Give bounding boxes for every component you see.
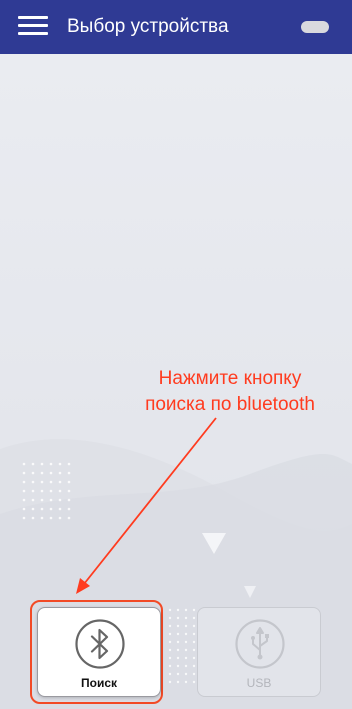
hamburger-menu-icon[interactable] [18, 15, 48, 37]
usb-button-label: USB [246, 676, 272, 690]
usb-button: USB [197, 607, 321, 697]
annotation-line-2: поиска по bluetooth [145, 394, 315, 415]
bluetooth-icon [75, 619, 125, 669]
usb-icon [235, 619, 285, 669]
instruction-annotation: Нажмите кнопку поиска по bluetooth [112, 366, 348, 418]
bluetooth-search-button[interactable]: Поиск [37, 607, 161, 697]
app-bar: Выбор устройства [0, 0, 352, 54]
page-title: Выбор устройства [67, 16, 229, 37]
search-button-label: Поиск [80, 676, 117, 690]
device-selection-area: Нажмите кнопку поиска по bluetooth Поиск [0, 54, 352, 709]
status-pill-indicator [301, 21, 329, 33]
annotation-line-1: Нажмите кнопку [158, 368, 302, 389]
